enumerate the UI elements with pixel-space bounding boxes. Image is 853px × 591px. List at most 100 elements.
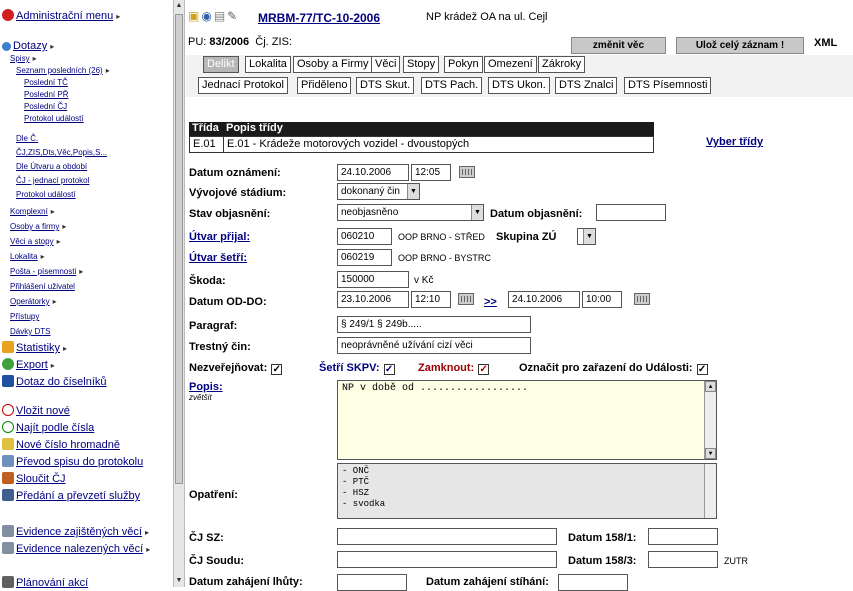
sidebar-item-dotaz-ciselnik[interactable]: Dotaz do číselníků bbox=[2, 375, 107, 388]
list-scrollbar[interactable] bbox=[704, 464, 716, 518]
utvar-prijal-link[interactable]: Útvar přijal: bbox=[189, 231, 250, 243]
tab-veci[interactable]: Věci bbox=[371, 56, 401, 73]
tab-pokyn[interactable]: Pokyn bbox=[444, 56, 483, 73]
opatreni-list[interactable]: - ONČ - PTČ - HSZ - svodka bbox=[337, 463, 717, 519]
sidebar-item-cj-zis[interactable]: ČJ,ZIS,Dts,Věc,Popis,S... bbox=[16, 148, 107, 157]
sidebar-item-pristupy[interactable]: Přístupy bbox=[10, 312, 39, 321]
sidebar-item-posledni-tc[interactable]: Poslední TČ bbox=[24, 78, 68, 87]
utvar-setri-link[interactable]: Útvar šetří: bbox=[189, 252, 247, 264]
calendar-icon[interactable] bbox=[459, 166, 475, 178]
sidebar-item-veci[interactable]: Věci a stopy ▸ bbox=[10, 237, 61, 246]
list-item[interactable]: - svodka bbox=[342, 499, 712, 510]
zmenit-vec-button[interactable]: změnit věc bbox=[571, 37, 666, 54]
sidebar-item-dle-c[interactable]: Dle Č. bbox=[16, 134, 38, 143]
utvar-setri-input[interactable]: 060219 bbox=[337, 249, 392, 266]
list-item[interactable]: - HSZ bbox=[342, 488, 712, 499]
trida-row[interactable]: E.01 E.01 - Krádeže motorových vozidel -… bbox=[189, 136, 654, 153]
tab-jednaci-protokol[interactable]: Jednací Protokol bbox=[198, 77, 288, 94]
sidebar-item-export[interactable]: Export ▸ bbox=[2, 358, 55, 371]
nezverejnovat-checkbox[interactable]: ✓ bbox=[271, 364, 283, 375]
scroll-down-icon[interactable]: ▼ bbox=[705, 448, 716, 459]
sidebar-item-najit[interactable]: Najít podle čísla bbox=[2, 421, 94, 434]
sidebar-item-statistiky[interactable]: Statistiky ▸ bbox=[2, 341, 67, 354]
cas-od-input[interactable]: 12:10 bbox=[411, 291, 451, 308]
sidebar-item-evidence-zaj[interactable]: Evidence zajištěných věcí ▸ bbox=[2, 525, 149, 538]
zamknout-checkbox[interactable]: ✓ bbox=[478, 364, 490, 375]
scroll-thumb[interactable] bbox=[175, 14, 183, 484]
tab-zakroky[interactable]: Zákroky bbox=[538, 56, 586, 73]
tab-delikt[interactable]: Delikt bbox=[203, 56, 239, 73]
datum-zahajeni-lhuty-input[interactable] bbox=[337, 574, 407, 591]
sidebar-item-posledni-pr[interactable]: Poslední PŘ bbox=[24, 90, 68, 99]
tab-omezeni[interactable]: Omezení bbox=[484, 56, 537, 73]
sidebar-item-spisy[interactable]: Spisy ▸ bbox=[10, 54, 37, 63]
scroll-up-icon[interactable]: ▲ bbox=[174, 0, 184, 12]
tab-dts-ukon[interactable]: DTS Ukon. bbox=[488, 77, 550, 94]
save-record-button[interactable]: Ulož celý záznam ! bbox=[676, 37, 804, 54]
sidebar-item-nove-cislo[interactable]: Nové číslo hromadně bbox=[2, 438, 120, 451]
copy-date-arrow-link[interactable]: >> bbox=[484, 296, 497, 308]
sidebar-item-last[interactable]: Plánování akcí bbox=[2, 576, 88, 589]
sidebar-item-komplexni[interactable]: Komplexní ▸ bbox=[10, 207, 55, 216]
sidebar-item-seznam[interactable]: Seznam posledních (26) ▸ bbox=[16, 66, 110, 75]
sidebar-item-posta[interactable]: Pošta - písemnosti ▸ bbox=[10, 267, 83, 276]
calendar-icon[interactable] bbox=[634, 293, 650, 305]
sidebar-item-protokol-udalosti-2[interactable]: Protokol událostí bbox=[16, 190, 76, 199]
datum-od-input[interactable]: 23.10.2006 bbox=[337, 291, 409, 308]
sidebar-item-predani[interactable]: Předání a převzetí služby bbox=[2, 489, 140, 502]
document-icon[interactable]: ▤ bbox=[214, 9, 227, 23]
zvetsit-link[interactable]: zvětšit bbox=[189, 393, 212, 402]
sidebar-scrollbar[interactable]: ▲ ▼ bbox=[173, 0, 185, 587]
tab-dts-pisemnosti[interactable]: DTS Písemnosti bbox=[624, 77, 712, 94]
sidebar-item-osoby[interactable]: Osoby a firmy ▸ bbox=[10, 222, 66, 231]
folder-icon[interactable]: ▣ bbox=[188, 9, 201, 23]
sidebar-item-sloucit[interactable]: Sloučit ČJ bbox=[2, 472, 66, 485]
utvar-prijal-input[interactable]: 060210 bbox=[337, 228, 392, 245]
scroll-down-icon[interactable]: ▼ bbox=[174, 575, 184, 587]
sidebar-item-cj-jednaci[interactable]: ČJ - jednací protokol bbox=[16, 176, 89, 185]
tab-dts-pach[interactable]: DTS Pach. bbox=[421, 77, 483, 94]
list-item[interactable]: - PTČ bbox=[342, 477, 712, 488]
sidebar-item-admin-menu[interactable]: Administrační menu ▸ bbox=[2, 9, 120, 22]
datum-158-1-input[interactable] bbox=[648, 528, 718, 545]
sidebar-item-protokol-udalosti[interactable]: Protokol událostí bbox=[24, 114, 84, 123]
stav-objasneni-select[interactable]: neobjasněno ▼ bbox=[337, 204, 484, 221]
tab-dts-skut[interactable]: DTS Skut. bbox=[356, 77, 415, 94]
datum-do-input[interactable]: 24.10.2006 bbox=[508, 291, 580, 308]
sidebar-item-evidence-nal[interactable]: Evidence nalezených věcí ▸ bbox=[2, 542, 150, 555]
sidebar-item-posledni-cj[interactable]: Poslední ČJ bbox=[24, 102, 67, 111]
sidebar-item-operatorky[interactable]: Operátorky ▸ bbox=[10, 297, 57, 306]
sidebar-item-prevod[interactable]: Převod spisu do protokolu bbox=[2, 455, 143, 468]
pencil-icon[interactable]: ✎ bbox=[227, 9, 239, 23]
vyvojove-stadium-select[interactable]: dokonaný čin ▼ bbox=[337, 183, 420, 200]
sidebar-item-dle-utvaru[interactable]: Dle Útvaru a období bbox=[16, 162, 87, 171]
datum-oznameni-input[interactable]: 24.10.2006 bbox=[337, 164, 409, 181]
tab-lokalita[interactable]: Lokalita bbox=[245, 56, 291, 73]
datum-objasneni-input[interactable] bbox=[596, 204, 666, 221]
oznacit-checkbox[interactable]: ✓ bbox=[696, 364, 708, 375]
scroll-up-icon[interactable]: ▲ bbox=[705, 381, 716, 392]
sidebar-item-vlozit[interactable]: Vložit nové bbox=[2, 404, 70, 417]
tab-dts-znalci[interactable]: DTS Znalci bbox=[555, 77, 618, 94]
skoda-input[interactable]: 150000 bbox=[337, 271, 409, 288]
people-icon[interactable]: ◉ bbox=[201, 9, 213, 23]
setri-skpv-checkbox[interactable]: ✓ bbox=[383, 364, 395, 375]
vyber-tridy-link[interactable]: Vyber třídy bbox=[706, 136, 763, 148]
cj-soudu-input[interactable] bbox=[337, 551, 557, 568]
skupina-zu-select[interactable]: ▼ bbox=[577, 228, 596, 245]
sidebar-item-prihlaseni[interactable]: Přihlášení uživatel bbox=[10, 282, 75, 291]
datum-zahajeni-stihani-input[interactable] bbox=[558, 574, 628, 591]
cj-sz-input[interactable] bbox=[337, 528, 557, 545]
sidebar-item-dotazy[interactable]: Dotazy ▸ bbox=[2, 40, 54, 52]
tab-prideleno[interactable]: Přiděleno bbox=[297, 77, 352, 94]
xml-link[interactable]: XML bbox=[814, 37, 837, 49]
sidebar-item-lokalita[interactable]: Lokalita ▸ bbox=[10, 252, 45, 261]
tab-osoby-a-firmy[interactable]: Osoby a Firmy bbox=[293, 56, 373, 73]
cas-oznameni-input[interactable]: 12:05 bbox=[411, 164, 451, 181]
datum-158-3-input[interactable] bbox=[648, 551, 718, 568]
list-item[interactable]: - ONČ bbox=[342, 466, 712, 477]
cas-do-input[interactable]: 10:00 bbox=[582, 291, 622, 308]
popis-textarea[interactable]: NP v době od .................. ▲ ▼ bbox=[337, 380, 717, 460]
case-id-link[interactable]: MRBM-77/TC-10-2006 bbox=[258, 11, 380, 25]
tab-stopy[interactable]: Stopy bbox=[403, 56, 440, 73]
